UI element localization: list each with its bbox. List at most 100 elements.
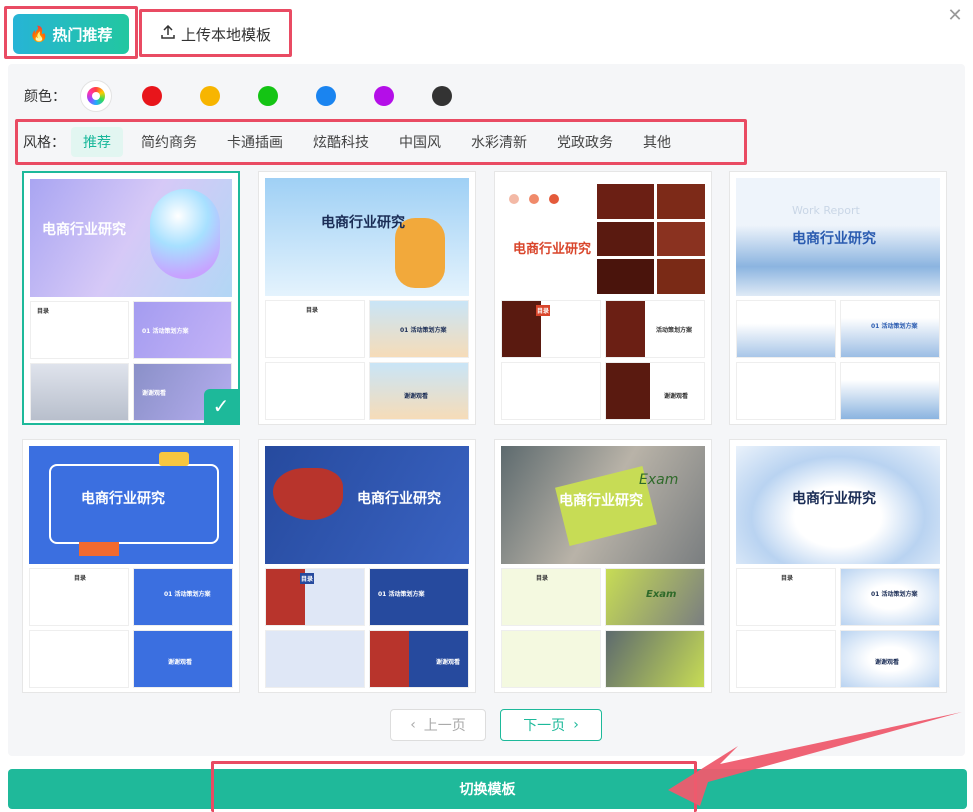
thumb-text: 目录 bbox=[781, 575, 794, 582]
fire-icon: 🔥 bbox=[29, 25, 49, 43]
thumb-text: 01 活动策划方案 bbox=[164, 591, 211, 598]
chevron-right-icon: › bbox=[573, 717, 579, 733]
style-item-other[interactable]: 其他 bbox=[631, 127, 683, 157]
thumb-text: 01 活动策划方案 bbox=[142, 328, 189, 335]
template-thumb bbox=[265, 362, 365, 420]
template-thumb bbox=[30, 363, 129, 421]
thumb-text: 目录 bbox=[536, 305, 551, 316]
template-thumb bbox=[736, 362, 836, 420]
template-cover: 电商行业研究 bbox=[501, 178, 705, 296]
template-cover: 电商行业研究 bbox=[265, 178, 469, 296]
template-card[interactable]: Work Report 电商行业研究 01 活动策划方案 bbox=[729, 171, 947, 425]
template-thumb bbox=[736, 630, 836, 688]
style-item-chinese[interactable]: 中国风 bbox=[387, 127, 453, 157]
template-cover: 电商行业研究 bbox=[736, 446, 940, 564]
template-thumb: 目录 bbox=[29, 568, 129, 626]
tab-bar: 🔥 热门推荐 上传本地模板 ✕ bbox=[0, 0, 973, 62]
template-title: 电商行业研究 bbox=[559, 493, 643, 509]
prev-page-button[interactable]: ‹ 上一页 bbox=[390, 709, 486, 741]
thumb-text: 谢谢观看 bbox=[404, 393, 429, 400]
template-card[interactable]: 电商行业研究 目录 01 活动策划方案 谢谢观看 bbox=[258, 439, 476, 693]
template-title: 电商行业研究 bbox=[513, 242, 592, 257]
template-thumb: 目录 bbox=[30, 301, 129, 359]
switch-template-button[interactable]: 切换模板 bbox=[8, 769, 967, 809]
template-thumb: 01 活动策划方案 bbox=[133, 568, 233, 626]
color-swatch-green[interactable] bbox=[258, 86, 278, 106]
thumb-text: 目录 bbox=[74, 575, 87, 582]
thumb-text: 01 活动策划方案 bbox=[378, 591, 425, 598]
next-page-button[interactable]: 下一页 › bbox=[500, 709, 602, 741]
template-cover: 电商行业研究 bbox=[29, 446, 233, 564]
template-thumb: 谢谢观看 bbox=[840, 630, 940, 688]
template-thumb: Exam bbox=[605, 568, 705, 626]
template-thumb: 01 活动策划方案 bbox=[369, 568, 469, 626]
template-thumb bbox=[840, 362, 940, 420]
thumb-text: 01 活动策划方案 bbox=[400, 327, 447, 334]
template-title: 电商行业研究 bbox=[321, 215, 405, 231]
template-card[interactable]: 电商行业研究 目录 活动策划方案 谢谢观看 bbox=[494, 171, 712, 425]
template-title: 电商行业研究 bbox=[792, 231, 876, 247]
style-item-business[interactable]: 简约商务 bbox=[129, 127, 209, 157]
template-title: 电商行业研究 bbox=[42, 222, 126, 238]
upload-icon bbox=[161, 24, 175, 43]
color-swatch-black[interactable] bbox=[432, 86, 452, 106]
color-swatch-yellow[interactable] bbox=[200, 86, 220, 106]
template-thumb: 目录 bbox=[501, 568, 601, 626]
thumb-text: 谢谢观看 bbox=[664, 393, 689, 400]
color-swatch-red[interactable] bbox=[142, 86, 162, 106]
template-thumb: 目录 bbox=[265, 568, 365, 626]
style-item-government[interactable]: 党政政务 bbox=[545, 127, 625, 157]
template-thumb bbox=[29, 630, 129, 688]
style-filter-label: 风格： bbox=[23, 135, 65, 151]
template-thumb bbox=[605, 630, 705, 688]
template-cover: 电商行业研究 bbox=[30, 179, 232, 297]
thumb-text: 01 活动策划方案 bbox=[871, 591, 918, 598]
template-card[interactable]: 电商行业研究 Exam 目录 Exam bbox=[494, 439, 712, 693]
template-title: 电商行业研究 bbox=[357, 491, 441, 507]
template-thumb bbox=[265, 630, 365, 688]
thumb-text: 目录 bbox=[306, 307, 319, 314]
style-item-tech[interactable]: 炫酷科技 bbox=[301, 127, 381, 157]
template-card[interactable]: 电商行业研究 目录 01 活动策划方案 谢谢观看 bbox=[729, 439, 947, 693]
template-thumb: 01 活动策划方案 bbox=[840, 568, 940, 626]
template-thumb: 目录 bbox=[736, 568, 836, 626]
rainbow-icon bbox=[87, 87, 105, 105]
style-item-watercolor[interactable]: 水彩清新 bbox=[459, 127, 539, 157]
template-cover: 电商行业研究 Exam bbox=[501, 446, 705, 564]
thumb-text: 谢谢观看 bbox=[875, 659, 900, 666]
color-swatch-blue[interactable] bbox=[316, 86, 336, 106]
template-thumb: 01 活动策划方案 bbox=[840, 300, 940, 358]
thumb-text: Exam bbox=[646, 589, 677, 600]
template-thumb: 目录 bbox=[501, 300, 601, 358]
template-card[interactable]: 电商行业研究 目录 01 活动策划方案 谢谢观看 bbox=[22, 439, 240, 693]
color-swatch-purple[interactable] bbox=[374, 86, 394, 106]
template-thumb: 活动策划方案 bbox=[605, 300, 705, 358]
tab-upload-template[interactable]: 上传本地模板 bbox=[143, 14, 289, 54]
thumb-text: 01 活动策划方案 bbox=[871, 323, 918, 330]
prev-page-label: 上一页 bbox=[423, 718, 466, 734]
template-card[interactable]: 电商行业研究 目录 01 活动策划方案 谢谢观看 ✓ bbox=[22, 171, 240, 425]
next-page-label: 下一页 bbox=[523, 718, 566, 734]
tab-hot-recommend[interactable]: 🔥 热门推荐 bbox=[13, 14, 129, 54]
template-cover: Work Report 电商行业研究 bbox=[736, 178, 940, 296]
thumb-text: 目录 bbox=[536, 575, 549, 582]
template-banner: Work Report bbox=[792, 204, 860, 217]
template-thumb: 目录 bbox=[265, 300, 365, 358]
checkmark-icon: ✓ bbox=[204, 389, 238, 423]
pagination: ‹ 上一页 下一页 › bbox=[390, 709, 602, 741]
template-banner: Exam bbox=[639, 472, 679, 488]
style-item-recommend[interactable]: 推荐 bbox=[71, 127, 123, 157]
thumb-text: 谢谢观看 bbox=[142, 390, 167, 397]
template-thumb bbox=[501, 630, 601, 688]
style-filter-row: 风格： 推荐 简约商务 卡通插画 炫酷科技 中国风 水彩清新 党政政务 其他 bbox=[15, 121, 747, 163]
template-thumb: 01 活动策划方案 bbox=[133, 301, 232, 359]
style-item-cartoon[interactable]: 卡通插画 bbox=[215, 127, 295, 157]
color-swatch-all[interactable] bbox=[80, 80, 112, 112]
thumb-text: 目录 bbox=[37, 308, 50, 315]
close-icon[interactable]: ✕ bbox=[945, 6, 965, 26]
thumb-text: 谢谢观看 bbox=[168, 659, 193, 666]
tab-upload-label: 上传本地模板 bbox=[180, 25, 271, 44]
template-card[interactable]: 电商行业研究 目录 01 活动策划方案 谢谢观看 bbox=[258, 171, 476, 425]
chevron-left-icon: ‹ bbox=[410, 717, 416, 733]
thumb-text: 目录 bbox=[300, 573, 315, 584]
